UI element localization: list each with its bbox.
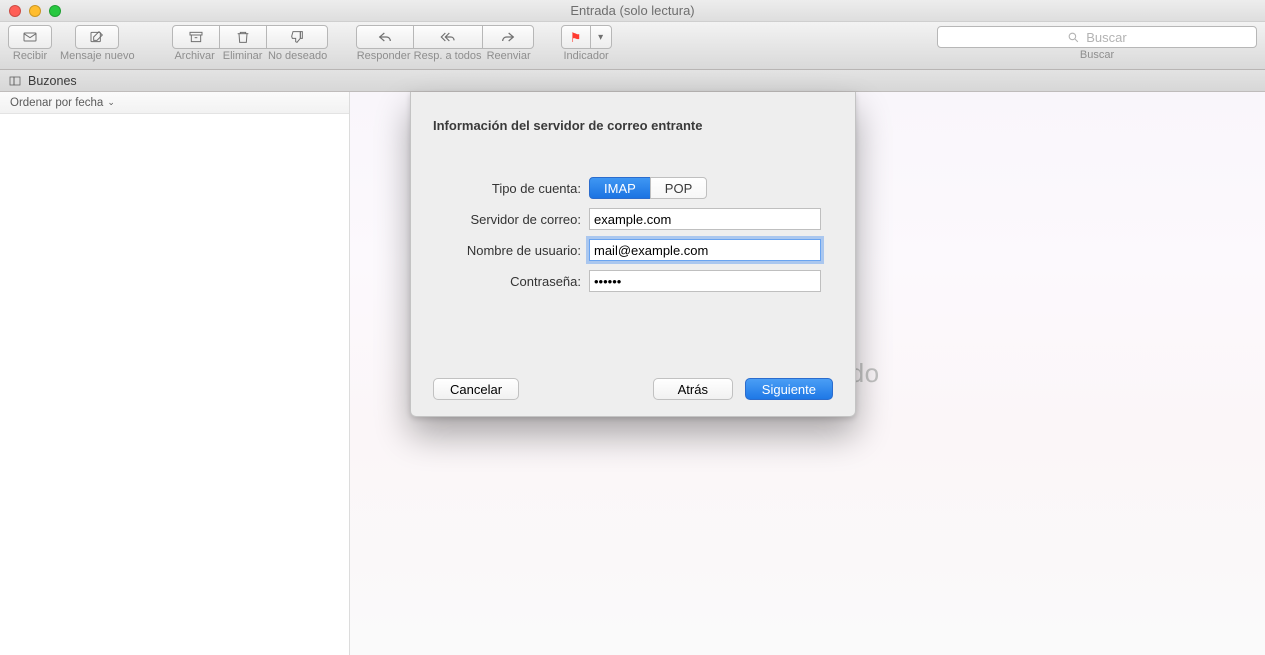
reply-all-label: Resp. a todos [413, 51, 483, 62]
reply-all-icon [440, 29, 456, 45]
account-setup-sheet: Información del servidor de correo entra… [410, 92, 856, 417]
flag-icon: ⚑ [570, 31, 582, 44]
reply-button[interactable] [356, 25, 414, 49]
compose-button[interactable] [75, 25, 119, 49]
receive-button[interactable] [8, 25, 52, 49]
zoom-window-button[interactable] [49, 5, 61, 17]
junk-button[interactable] [266, 25, 328, 49]
mail-server-field[interactable] [589, 208, 821, 230]
compose-icon [89, 29, 105, 45]
back-button[interactable]: Atrás [653, 378, 733, 400]
message-list-pane: Ordenar por fecha ⌄ [0, 92, 350, 655]
junk-label: No deseado [267, 51, 329, 62]
mail-server-label: Servidor de correo: [433, 212, 581, 227]
close-window-button[interactable] [9, 5, 21, 17]
forward-icon [500, 29, 516, 45]
delete-label: Eliminar [219, 51, 267, 62]
forward-label: Reenviar [483, 51, 535, 62]
cancel-button[interactable]: Cancelar [433, 378, 519, 400]
trash-icon [235, 29, 251, 45]
search-input[interactable]: Buscar [937, 26, 1257, 48]
favorites-bar: Buzones [0, 70, 1265, 92]
password-field[interactable] [589, 270, 821, 292]
archive-icon [188, 29, 204, 45]
window-controls [9, 5, 61, 17]
password-label: Contraseña: [433, 274, 581, 289]
toolbar: Recibir Mensaje nuevo Archivar Eliminar … [0, 22, 1265, 70]
sort-by-button[interactable]: Ordenar por fecha ⌄ [0, 92, 349, 114]
sheet-title: Información del servidor de correo entra… [433, 118, 833, 133]
mailboxes-icon [8, 75, 22, 87]
account-type-pop[interactable]: POP [650, 177, 707, 199]
mailboxes-button[interactable]: Buzones [28, 74, 77, 88]
flag-button[interactable]: ⚑ [561, 25, 591, 49]
account-type-imap[interactable]: IMAP [589, 177, 651, 199]
reply-all-button[interactable] [413, 25, 483, 49]
archive-label: Archivar [171, 51, 219, 62]
minimize-window-button[interactable] [29, 5, 41, 17]
search-placeholder: Buscar [1086, 30, 1126, 45]
receive-label: Recibir [13, 51, 47, 62]
flag-menu-button[interactable]: ▾ [590, 25, 612, 49]
delete-button[interactable] [219, 25, 267, 49]
next-button[interactable]: Siguiente [745, 378, 833, 400]
reply-icon [377, 29, 393, 45]
username-label: Nombre de usuario: [433, 243, 581, 258]
thumbs-down-icon [289, 29, 305, 45]
archive-button[interactable] [172, 25, 220, 49]
forward-button[interactable] [482, 25, 534, 49]
chevron-down-icon: ⌄ [107, 97, 115, 108]
chevron-down-icon: ▾ [598, 32, 603, 43]
sort-label: Ordenar por fecha [10, 97, 103, 109]
username-field[interactable] [589, 239, 821, 261]
compose-label: Mensaje nuevo [60, 51, 135, 62]
account-type-segmented: IMAP POP [589, 177, 707, 199]
envelope-icon [22, 29, 38, 45]
reply-label: Responder [355, 51, 413, 62]
search-icon [1067, 31, 1080, 44]
account-type-label: Tipo de cuenta: [433, 181, 581, 196]
search-label: Buscar [1080, 50, 1114, 61]
window-title: Entrada (solo lectura) [570, 3, 694, 18]
window-titlebar: Entrada (solo lectura) [0, 0, 1265, 22]
flag-label: Indicador [563, 51, 608, 62]
